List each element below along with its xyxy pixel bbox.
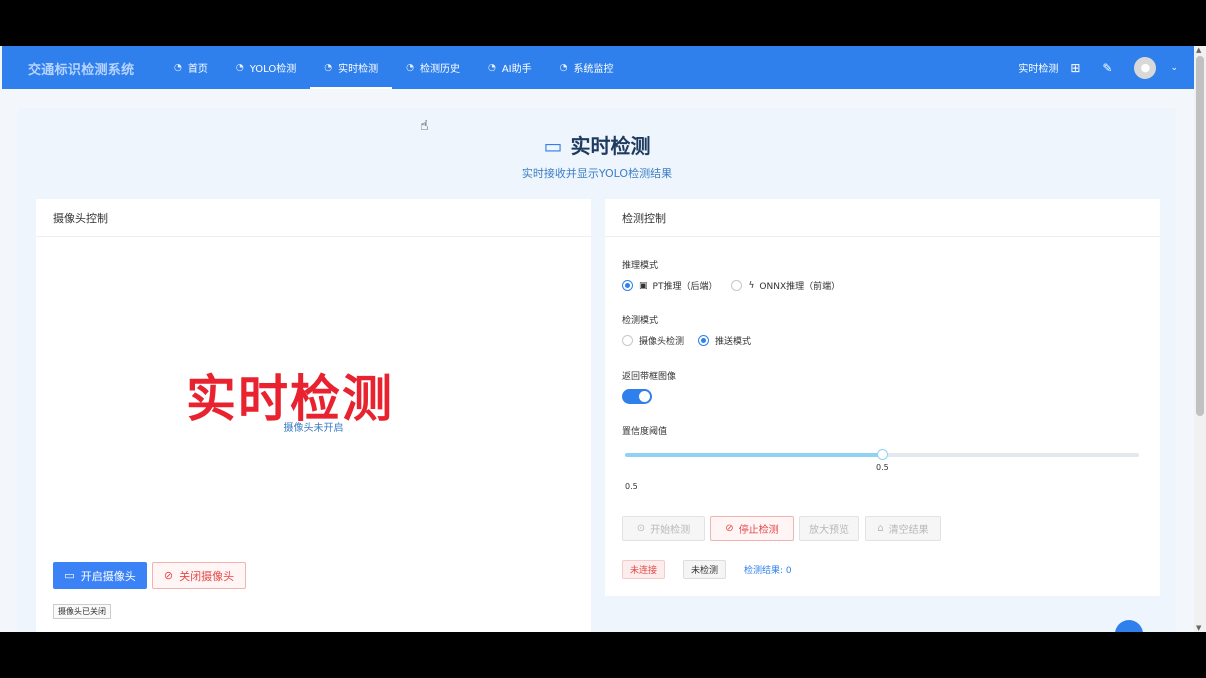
radio-camera-detect[interactable]: 摄像头检测 [622, 334, 684, 347]
connection-status-badge: 未连接 [622, 560, 666, 579]
inference-mode-label: 推理模式 [622, 261, 659, 271]
detection-status-badge: 未检测 [683, 560, 727, 579]
camera-status-badge: 摄像头已关闭 [53, 604, 111, 619]
confidence-label: 置信度阈值 [622, 427, 668, 437]
mouse-cursor-icon: ☝ [420, 118, 429, 134]
slider-fill [625, 453, 882, 457]
nav-item-label: AI助手 [501, 64, 532, 75]
camera-card: 摄像头控制 实时检测 摄像头未开启 ▭ 开启摄像头 ⊘ 关闭摄像头 摄像头已关闭 [36, 199, 591, 632]
page-title: ▭ 实时检测 [18, 130, 1176, 159]
scrollbar[interactable]: ▲ ▼ [1194, 46, 1206, 632]
nav-item-monitor[interactable]: ◔ 系统监控 [546, 46, 628, 89]
clear-results-button[interactable]: ⌂ 清空结果 [865, 516, 941, 541]
toggle-knob [639, 391, 650, 402]
button-label: 关闭摄像头 [179, 569, 235, 583]
radio-button[interactable] [731, 280, 743, 291]
detection-mode-label: 检测模式 [622, 316, 659, 326]
nav-item-yolo[interactable]: ◔ YOLO检测 [222, 46, 310, 89]
confidence-slider[interactable] [625, 449, 1139, 460]
button-label: 停止检测 [738, 525, 779, 536]
main-content: ▭ 实时检测 实时接收并显示YOLO检测结果 摄像头控制 实时检测 摄像头未开启 … [18, 108, 1176, 632]
button-label: 清空结果 [888, 525, 929, 536]
brush-icon[interactable]: ✎ [1102, 61, 1112, 75]
page-subtitle: 实时接收并显示YOLO检测结果 [521, 167, 673, 180]
page-title-text: 实时检测 [570, 134, 651, 158]
return-box-toggle[interactable] [622, 389, 652, 404]
nav-item-label: 系统监控 [573, 64, 614, 75]
nav-item-home[interactable]: ◔ 首页 [160, 46, 222, 89]
radio-pt-inference[interactable]: ▣ PT推理（后端） [622, 279, 717, 292]
radio-label: PT推理（后端） [652, 282, 718, 292]
zoom-preview-button[interactable]: 放大预览 [799, 516, 859, 541]
radio-label: ONNX推理（前端） [759, 282, 841, 292]
radio-button[interactable] [622, 335, 633, 346]
button-label: 开启摄像头 [80, 569, 136, 583]
button-label: 开始检测 [650, 525, 691, 536]
nav-menu: ◔ 首页 ◔ YOLO检测 ◔ 实时检测 ◔ 检测历史 ◔ AI助手 ◔ 系统监… [160, 46, 627, 89]
radio-label: 推送模式 [715, 337, 752, 347]
inference-mode-group: ▣ PT推理（后端） ϟ ONNX推理（前端） [622, 279, 854, 292]
camera-card-title: 摄像头控制 [36, 199, 591, 237]
radio-button[interactable] [698, 335, 710, 346]
detection-mode-group: 摄像头检测 推送模式 [622, 334, 765, 347]
video-camera-icon: ▭ [64, 569, 75, 582]
confidence-value-text: 0.5 [625, 482, 638, 491]
camera-placeholder: 摄像头未开启 [283, 423, 344, 434]
dashboard-icon: ◔ [559, 62, 568, 73]
dashboard-icon: ◔ [174, 62, 182, 73]
prohibit-icon: ⊘ [725, 523, 734, 534]
avatar[interactable]: ● [1134, 56, 1157, 79]
current-page-label: 实时检测 [1018, 64, 1059, 75]
dashboard-icon: ◔ [487, 62, 496, 73]
detection-card-title: 检测控制 [605, 199, 1160, 237]
result-count: 检测结果: 0 [744, 566, 792, 576]
trash-icon: ⌂ [877, 523, 884, 534]
nav-item-label: YOLO检测 [249, 64, 297, 75]
nav-item-label: 首页 [187, 64, 208, 75]
slider-tooltip: 0.5 [876, 463, 889, 472]
lightning-icon: ϟ [748, 280, 755, 291]
dashboard-icon: ◔ [406, 62, 414, 73]
return-box-label: 返回带框图像 [622, 372, 677, 382]
nav-item-label: 检测历史 [419, 64, 460, 75]
nav-item-history[interactable]: ◔ 检测历史 [392, 46, 474, 89]
video-camera-icon: ▭ [543, 134, 563, 158]
detection-control-card: 检测控制 推理模式 ▣ PT推理（后端） ϟ ONNX推理（前端） 检测模式 摄… [605, 199, 1160, 596]
top-navbar: 交通标识检测系统 ◔ 首页 ◔ YOLO检测 ◔ 实时检测 ◔ 检测历史 ◔ A… [2, 46, 1194, 89]
scroll-down-icon[interactable]: ▼ [1196, 624, 1201, 632]
browser-viewport: 交通标识检测系统 ◔ 首页 ◔ YOLO检测 ◔ 实时检测 ◔ 检测历史 ◔ A… [0, 46, 1206, 632]
play-circle-icon: ⊙ [636, 523, 646, 534]
radio-push-mode[interactable]: 推送模式 [698, 334, 751, 347]
scroll-up-icon[interactable]: ▲ [1196, 46, 1201, 54]
chip-icon: ▣ [639, 280, 648, 291]
button-label: 放大预览 [809, 525, 849, 536]
radio-onnx-inference[interactable]: ϟ ONNX推理（前端） [731, 279, 840, 292]
radio-button[interactable] [622, 280, 633, 291]
radio-label: 摄像头检测 [639, 337, 685, 347]
nav-right: 实时检测 ⊞ ✎ ● ⌄ [1018, 46, 1178, 89]
slider-handle[interactable] [877, 449, 888, 460]
open-camera-button[interactable]: ▭ 开启摄像头 [53, 562, 147, 589]
dashboard-icon: ◔ [235, 62, 244, 73]
nav-item-ai[interactable]: ◔ AI助手 [474, 46, 546, 89]
stop-detection-button[interactable]: ⊘ 停止检测 [710, 516, 794, 541]
scrollbar-thumb[interactable] [1196, 56, 1204, 416]
nav-item-realtime[interactable]: ◔ 实时检测 [310, 46, 392, 89]
prohibit-icon: ⊘ [163, 569, 174, 582]
app-brand[interactable]: 交通标识检测系统 [28, 59, 134, 78]
grid-icon[interactable]: ⊞ [1070, 61, 1080, 75]
start-detection-button[interactable]: ⊙ 开始检测 [622, 516, 705, 541]
close-camera-button[interactable]: ⊘ 关闭摄像头 [152, 562, 246, 589]
dashboard-icon: ◔ [324, 62, 333, 73]
chevron-down-icon[interactable]: ⌄ [1170, 63, 1178, 73]
nav-item-label: 实时检测 [338, 64, 379, 75]
